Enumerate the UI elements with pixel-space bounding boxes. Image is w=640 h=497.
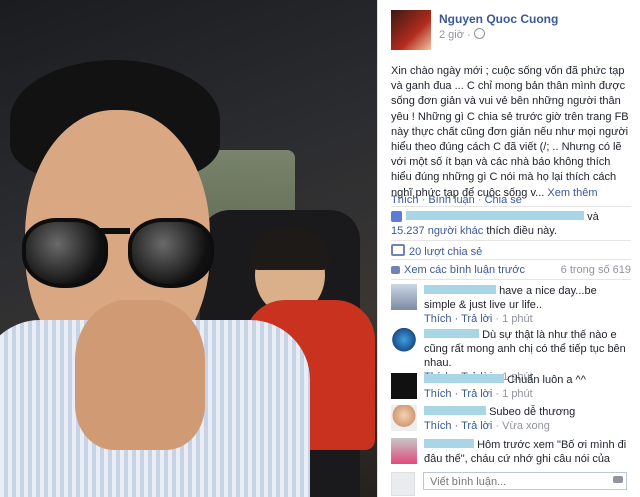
comment-input[interactable] [423, 472, 627, 490]
comment-body: have a nice day...be simple & just live … [424, 284, 630, 326]
redacted-commenter [424, 439, 474, 448]
post-panel: Nguyen Quoc Cuong 2 giờ · Xin chào ngày … [377, 0, 640, 497]
view-previous-comments[interactable]: Xem các bình luận trước 6 trong số 619 [391, 264, 631, 276]
commenter-avatar[interactable] [391, 328, 417, 354]
globe-icon [473, 28, 485, 39]
comment-like-link[interactable]: Thích [424, 388, 452, 400]
author-name[interactable]: Nguyen Quoc Cuong [439, 12, 599, 26]
redacted-commenter [424, 406, 486, 415]
divider [391, 240, 631, 241]
post-time[interactable]: 2 giờ · [439, 28, 519, 41]
comment-like-link[interactable]: Thích [424, 313, 452, 325]
comment-reply-link[interactable]: Trả lời [461, 420, 492, 432]
comment-text: Subeo dễ thương [489, 406, 576, 418]
comment-time[interactable]: · 1 phút [495, 388, 532, 400]
commenter-avatar[interactable] [391, 405, 417, 431]
share-link[interactable]: Chia sẻ [485, 194, 522, 206]
post-text-body: Xin chào ngày mới ; cuộc sống vốn đã phứ… [391, 65, 629, 199]
thumbs-up-icon [391, 211, 402, 222]
comment-meta: Thích · Trả lời · 1 phút [424, 388, 533, 400]
commenter-avatar[interactable] [391, 373, 417, 399]
comment-reply-link[interactable]: Trả lời [461, 388, 492, 400]
divider [391, 259, 631, 260]
comment-like-link[interactable]: Thích [424, 420, 452, 432]
post-actions: Thích · Bình luận · Chia sẻ [391, 194, 522, 206]
comment-time[interactable]: · 1 phút [495, 313, 532, 325]
comment-time-text: 1 phút [502, 388, 533, 400]
redacted-commenter [424, 285, 496, 294]
comment-item: Hôm trước xem "Bố ơi mình đi đâu thế", c… [391, 438, 631, 466]
shares-count: 20 lượt chia sẻ [409, 246, 483, 258]
view-previous-label: Xem các bình luận trước [404, 264, 525, 276]
see-more-link[interactable]: Xem thêm [547, 187, 597, 199]
divider [391, 279, 631, 280]
sunglasses-bridge [100, 228, 130, 234]
comment-body: Subeo dễ thương Thích · Trả lời · Vừa xo… [424, 405, 630, 433]
comment-text: Chuẩn luôn a ^^ [507, 374, 586, 386]
like-link[interactable]: Thích [391, 194, 419, 206]
comment-meta: Thích · Trả lời · Vừa xong [424, 420, 550, 432]
sunglasses-right-lens [128, 218, 214, 288]
comment-item: Dù sự thật là như thế nào e cũng rất mon… [391, 328, 631, 383]
commenter-avatar[interactable] [391, 284, 417, 310]
commenter-avatar[interactable] [391, 438, 417, 464]
comment-time[interactable]: · Vừa xong [495, 420, 549, 432]
camera-icon[interactable] [613, 476, 623, 483]
divider [391, 206, 631, 207]
comment-item: have a nice day...be simple & just live … [391, 284, 631, 326]
comment-time-text: 1 phút [502, 313, 533, 325]
comment-time-text: Vừa xong [502, 420, 550, 432]
post-text: Xin chào ngày mới ; cuộc sống vốn đã phứ… [391, 64, 631, 201]
shares-link[interactable]: 20 lượt chia sẻ [391, 244, 482, 258]
likes-tail: thích điều này. [486, 225, 558, 237]
sunglasses-left-lens [22, 218, 108, 288]
author-avatar[interactable] [391, 10, 431, 50]
likes-summary: và 15.237 người khác thích điều này. [391, 210, 631, 238]
redacted-commenter [424, 329, 479, 338]
comment-meta: Thích · Trả lời · 1 phút [424, 313, 533, 325]
comment-bubble-icon [391, 266, 400, 274]
redacted-names [406, 211, 584, 220]
comment-item: Subeo dễ thương Thích · Trả lời · Vừa xo… [391, 405, 631, 433]
redacted-commenter [424, 374, 504, 383]
comments-count: 6 trong số 619 [560, 264, 631, 276]
comment-item: Chuẩn luôn a ^^ Thích · Trả lời · 1 phút [391, 373, 631, 401]
comment-reply-link[interactable]: Trả lời [461, 313, 492, 325]
man-hand [75, 300, 205, 450]
comment-body: Hôm trước xem "Bố ơi mình đi đâu thế", c… [424, 438, 630, 466]
post-photo[interactable] [0, 0, 377, 497]
share-icon [391, 244, 405, 256]
comment-body: Chuẩn luôn a ^^ Thích · Trả lời · 1 phút [424, 373, 630, 401]
viewer-avatar [391, 472, 415, 496]
reply-box [391, 470, 631, 496]
comment-link[interactable]: Bình luận [428, 194, 474, 206]
likes-others-link[interactable]: 15.237 người khác [391, 225, 483, 237]
likes-and: và [587, 211, 599, 223]
separator: · [477, 194, 482, 206]
separator: · [421, 194, 426, 206]
post-time-text: 2 giờ · [439, 29, 471, 41]
